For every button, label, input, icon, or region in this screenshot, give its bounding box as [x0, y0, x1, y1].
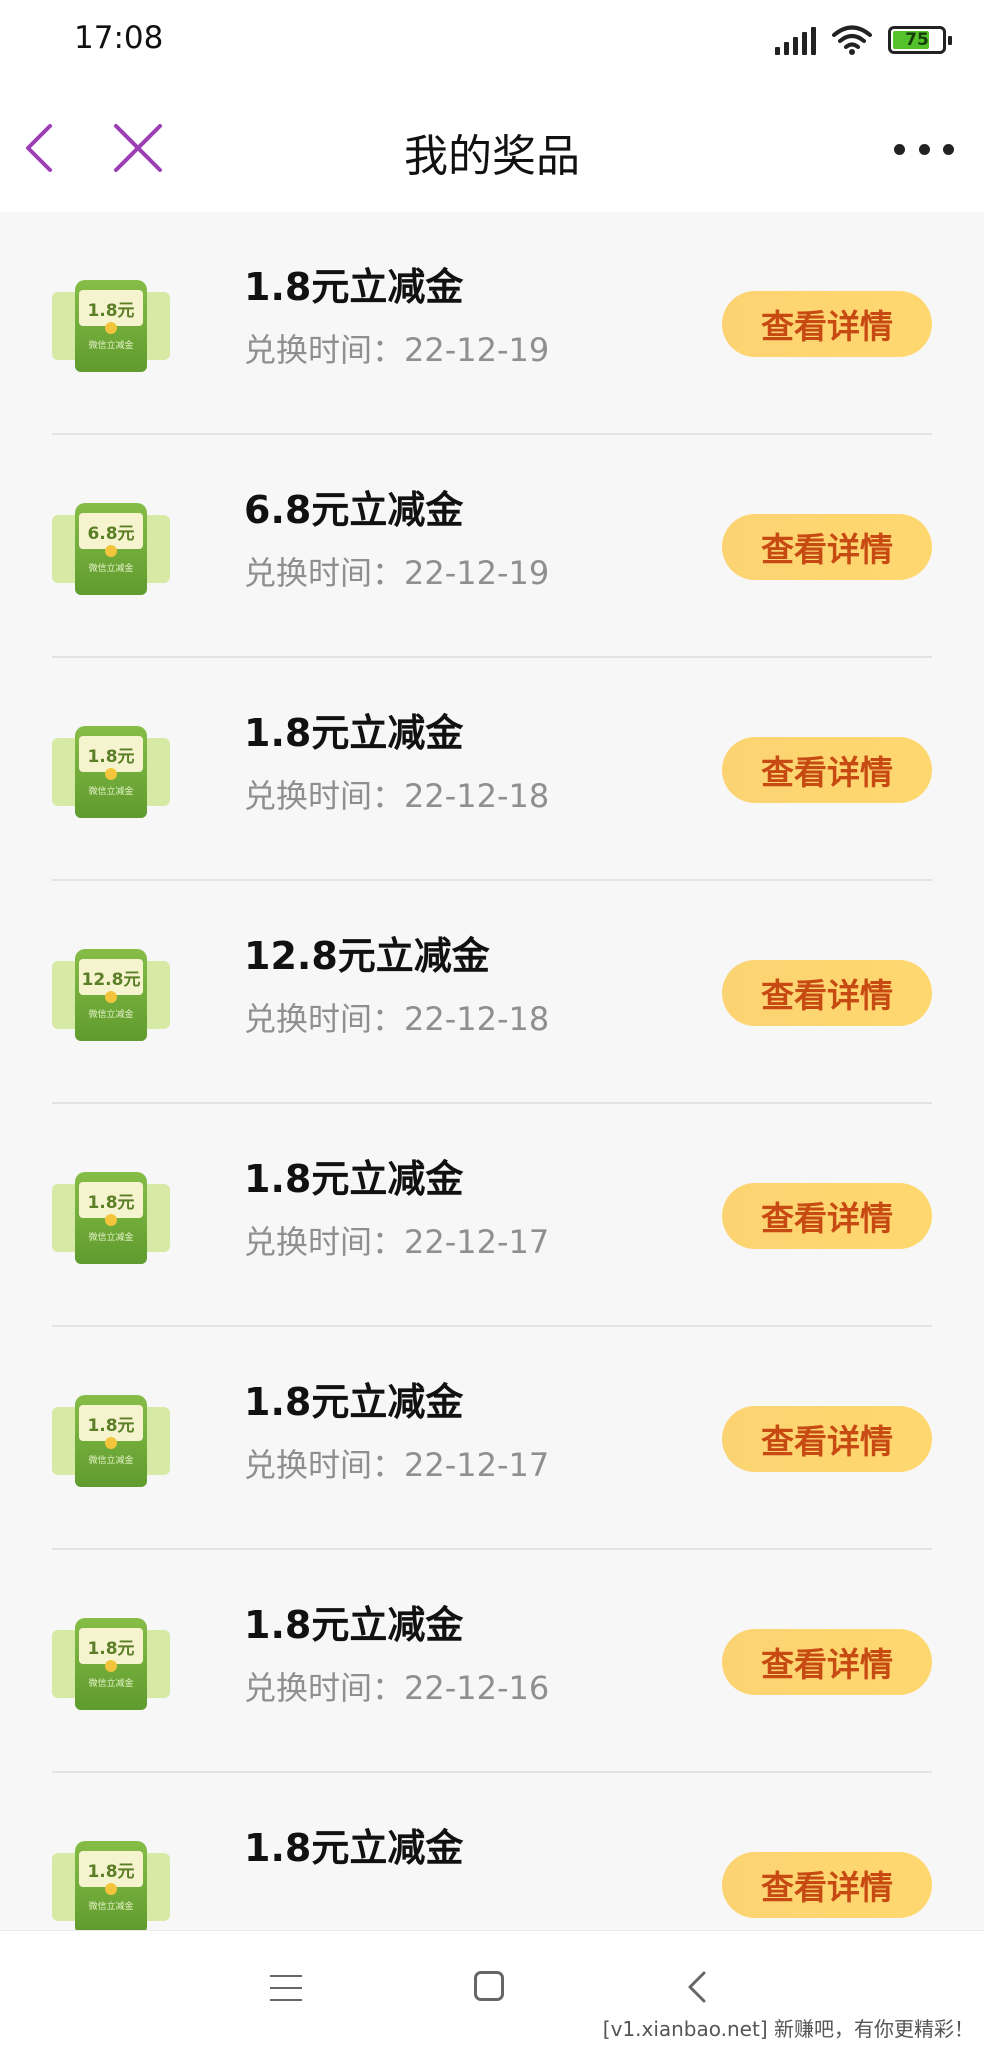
thumb-amount: 1.8元	[79, 1405, 143, 1441]
prize-thumbnail: 1.8元 微信立减金	[52, 1170, 170, 1266]
nav-bar: 我的奖品	[0, 82, 984, 212]
thumb-amount: 12.8元	[79, 959, 143, 995]
prize-item: 12.8元 微信立减金 12.8元立减金 兑换时间：22-12-18 查看详情	[52, 881, 932, 1104]
prize-list: 1.8元 微信立减金 1.8元立减金 兑换时间：22-12-19 查看详情 6.…	[0, 212, 984, 1930]
prize-item: 1.8元 微信立减金 1.8元立减金 兑换时间：22-12-18 查看详情	[52, 658, 932, 881]
prize-thumbnail: 6.8元 微信立减金	[52, 501, 170, 597]
prize-date: 兑换时间：22-12-17	[244, 1223, 550, 1261]
thumb-label: 微信立减金	[88, 1233, 134, 1243]
back-icon[interactable]	[682, 1969, 712, 2005]
thumb-label: 微信立减金	[88, 341, 134, 351]
prize-item: 1.8元 微信立减金 1.8元立减金 兑换时间：22-12-16 查看详情	[52, 1550, 932, 1773]
thumb-amount: 1.8元	[79, 290, 143, 326]
view-details-button[interactable]: 查看详情	[722, 1183, 932, 1249]
prize-thumbnail: 1.8元 微信立减金	[52, 724, 170, 820]
status-icons: 75	[775, 24, 952, 56]
thumb-amount: 6.8元	[79, 513, 143, 549]
thumb-amount: 1.8元	[79, 1851, 143, 1887]
prize-date: 兑换时间：22-12-16	[244, 1669, 550, 1707]
prize-date: 兑换时间：22-12-19	[244, 331, 550, 369]
status-bar: 17:08 75	[0, 0, 984, 82]
prize-title: 1.8元立减金	[244, 1380, 464, 1424]
page-title: 我的奖品	[404, 131, 580, 182]
signal-icon	[775, 25, 816, 55]
battery-percent: 75	[905, 30, 929, 50]
prize-title: 1.8元立减金	[244, 265, 464, 309]
battery-icon: 75	[888, 26, 952, 54]
home-icon[interactable]	[474, 1971, 504, 2001]
prize-item: 1.8元 微信立减金 1.8元立减金 兑换时间：22-12-17 查看详情	[52, 1104, 932, 1327]
view-details-button[interactable]: 查看详情	[722, 514, 932, 580]
thumb-label: 微信立减金	[88, 1902, 134, 1912]
prize-title: 1.8元立减金	[244, 1157, 464, 1201]
thumb-amount: 1.8元	[79, 1628, 143, 1664]
prize-item: 6.8元 微信立减金 6.8元立减金 兑换时间：22-12-19 查看详情	[52, 435, 932, 658]
prize-item: 1.8元 微信立减金 1.8元立减金 兑换时间：22-12-19 查看详情	[52, 212, 932, 435]
prize-title: 6.8元立减金	[244, 488, 464, 532]
view-details-button[interactable]: 查看详情	[722, 1629, 932, 1695]
prize-date: 兑换时间：22-12-17	[244, 1446, 550, 1484]
thumb-label: 微信立减金	[88, 787, 134, 797]
prize-title: 12.8元立减金	[244, 934, 490, 978]
thumb-amount: 1.8元	[79, 1182, 143, 1218]
view-details-button[interactable]: 查看详情	[722, 1852, 932, 1918]
thumb-label: 微信立减金	[88, 1010, 134, 1020]
status-time: 17:08	[74, 20, 164, 56]
prize-date: 兑换时间：22-12-19	[244, 554, 550, 592]
view-details-button[interactable]: 查看详情	[722, 1406, 932, 1472]
thumb-label: 微信立减金	[88, 564, 134, 574]
thumb-label: 微信立减金	[88, 1679, 134, 1689]
prize-thumbnail: 1.8元 微信立减金	[52, 1616, 170, 1712]
view-details-button[interactable]: 查看详情	[722, 291, 932, 357]
more-icon[interactable]	[894, 134, 954, 164]
prize-item: 1.8元 微信立减金 1.8元立减金 查看详情	[52, 1773, 932, 1930]
prize-title: 1.8元立减金	[244, 1826, 464, 1870]
thumb-amount: 1.8元	[79, 736, 143, 772]
menu-icon[interactable]	[270, 1975, 302, 2001]
view-details-button[interactable]: 查看详情	[722, 960, 932, 1026]
prize-date: 兑换时间：22-12-18	[244, 1000, 550, 1038]
prize-thumbnail: 1.8元 微信立减金	[52, 1393, 170, 1489]
prize-item: 1.8元 微信立减金 1.8元立减金 兑换时间：22-12-17 查看详情	[52, 1327, 932, 1550]
prize-thumbnail: 12.8元 微信立减金	[52, 947, 170, 1043]
system-nav-bar: [v1.xianbao.net] 新赚吧，有你更精彩！	[0, 1930, 984, 2048]
view-details-button[interactable]: 查看详情	[722, 737, 932, 803]
prize-date: 兑换时间：22-12-18	[244, 777, 550, 815]
prize-thumbnail: 1.8元 微信立减金	[52, 278, 170, 374]
watermark: [v1.xianbao.net] 新赚吧，有你更精彩！	[602, 2017, 974, 2041]
wifi-icon	[832, 25, 872, 55]
prize-title: 1.8元立减金	[244, 1603, 464, 1647]
thumb-label: 微信立减金	[88, 1456, 134, 1466]
prize-thumbnail: 1.8元 微信立减金	[52, 1839, 170, 1930]
prize-title: 1.8元立减金	[244, 711, 464, 755]
